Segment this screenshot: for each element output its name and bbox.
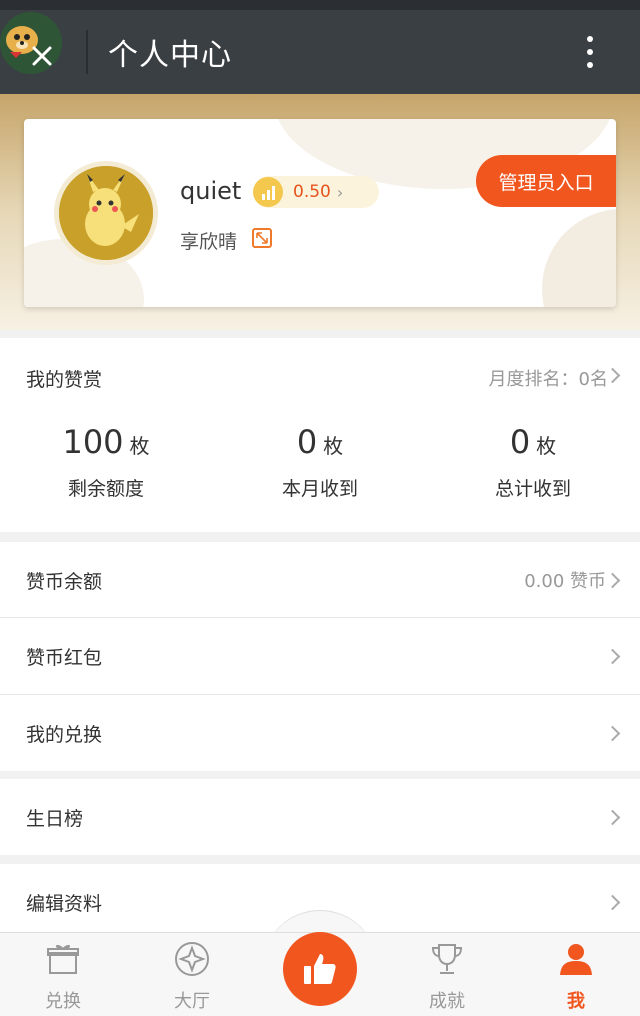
- menu-coin-balance[interactable]: 赞币余额 0.00 赞币: [0, 542, 640, 618]
- real-name: 享欣晴: [180, 231, 238, 253]
- chevron-right-icon: [604, 572, 621, 588]
- monthly-rank-link[interactable]: 月度排名：0名: [489, 365, 608, 391]
- section-title: 我的赞赏: [26, 369, 103, 391]
- chevron-right-icon: [604, 809, 621, 825]
- level-value: 0.50: [293, 182, 331, 202]
- username: quiet: [180, 177, 242, 205]
- compass-icon: [174, 941, 210, 977]
- signal-level-icon: [253, 177, 283, 207]
- avatar[interactable]: [54, 161, 158, 265]
- tab-me[interactable]: 我: [526, 933, 626, 1016]
- tab-achievement[interactable]: 成就: [397, 933, 497, 1016]
- menu-birthday-board[interactable]: 生日榜: [0, 779, 640, 855]
- page-title: 个人中心: [108, 38, 232, 73]
- profile-card: quiet 0.50 › 享欣晴 管理员入口: [24, 119, 616, 307]
- app-bar: 个人中心: [0, 10, 640, 94]
- mascot-logo-icon[interactable]: [0, 12, 62, 74]
- menu-my-exchange[interactable]: 我的兑换: [0, 695, 640, 771]
- tab-exchange[interactable]: 兑换: [13, 933, 113, 1016]
- status-bar: [0, 0, 640, 10]
- trophy-icon: [429, 941, 465, 977]
- more-vertical-icon[interactable]: [572, 28, 608, 76]
- chevron-right-icon: ›: [336, 182, 344, 202]
- level-badge[interactable]: 0.50 ›: [253, 176, 343, 208]
- stat-received-total: 0枚 总计收到: [494, 423, 571, 500]
- stat-received-month: 0枚 本月收到: [281, 423, 358, 500]
- menu-coin-red-packet[interactable]: 赞币红包: [0, 618, 640, 694]
- pikachu-avatar: [59, 166, 153, 260]
- my-appreciation-section: 我的赞赏 月度排名：0名 100 枚 剩余额度 0枚 本月收到 0枚 总计收到: [0, 338, 640, 532]
- tab-hall[interactable]: 大厅: [142, 933, 242, 1016]
- stat-remaining: 100 枚 剩余额度: [62, 423, 150, 500]
- title-divider: [86, 30, 88, 74]
- thumbs-up-icon[interactable]: [283, 932, 357, 1006]
- chevron-right-icon: [604, 894, 621, 910]
- edit-profile-icon[interactable]: [252, 228, 272, 248]
- admin-entry-button[interactable]: 管理员入口: [476, 155, 616, 207]
- chevron-right-icon: [604, 648, 621, 664]
- gift-icon: [45, 941, 81, 977]
- chevron-right-icon: [604, 725, 621, 741]
- person-icon: [558, 941, 594, 977]
